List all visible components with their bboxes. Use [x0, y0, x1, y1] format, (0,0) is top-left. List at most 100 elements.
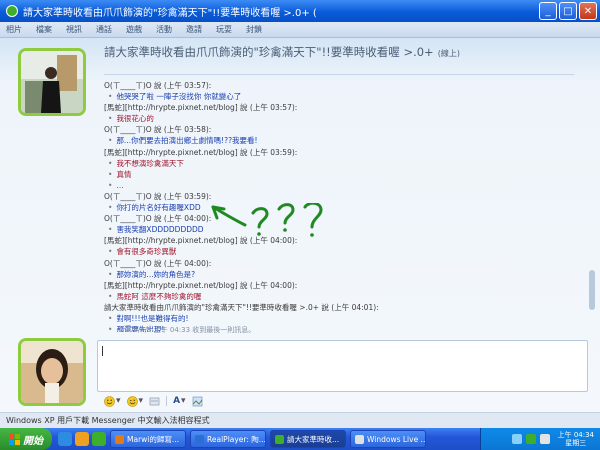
bullet-icon: •	[108, 114, 113, 124]
bullet-icon: •	[108, 158, 113, 168]
ad-banner[interactable]: Windows XP 用戶下載 Messenger 中文輸入法相容程式	[0, 412, 600, 428]
user-avatar[interactable]	[18, 338, 86, 406]
bullet-icon: •	[108, 291, 113, 301]
message-text: 對啊!!!也是難得有的!	[116, 313, 189, 323]
menu-invite[interactable]: 邀請	[186, 24, 202, 35]
background-icon	[192, 396, 202, 406]
window-controls: _ □ ✕	[539, 2, 597, 20]
message-line: • 害我笑翻XDDDDDDDDD	[104, 224, 584, 235]
message-input[interactable]	[97, 340, 588, 392]
contact-name: 請大家準時收看由爪爪飾演的"珍禽滿天下"!!要準時收看喔 >.0+	[104, 45, 434, 59]
menu-activities[interactable]: 活動	[156, 24, 172, 35]
message-line: • 真情	[104, 169, 584, 180]
menu-photos[interactable]: 相片	[6, 24, 22, 35]
close-button[interactable]: ✕	[579, 2, 597, 20]
contact-avatar[interactable]	[18, 48, 86, 116]
task-label: Windows Live ...	[367, 434, 426, 444]
system-tray: 上午 04:34 星期三	[480, 428, 600, 450]
chevron-down-icon: ▾	[138, 396, 144, 406]
task-label: Marwi的歸寫...	[127, 434, 180, 444]
bullet-icon: •	[108, 269, 113, 279]
start-button[interactable]: 開始	[0, 428, 52, 450]
message-line: • 你打的片名好有趣喔XDD	[104, 202, 584, 213]
bullet-icon: •	[108, 313, 113, 323]
wink-button[interactable]: ▾	[126, 395, 144, 407]
message-text: 那妳演的...妳的角色是?	[116, 269, 196, 279]
conversation-window: 請大家準時收看由爪爪飾演的"珍禽滿天下"!!要準時收看喔 >.0+ (線上) O…	[0, 38, 600, 412]
message-line: • 他哭哭了啦 一陣子沒找你 你就變心了	[104, 91, 584, 102]
message-text: 他哭哭了啦 一陣子沒找你 你就變心了	[116, 92, 242, 102]
message-line: • 對啊!!!也是難得有的!	[104, 313, 584, 324]
volume-icon[interactable]	[539, 434, 550, 444]
clock-time: 上午 04:34	[557, 431, 594, 439]
browser-icon[interactable]	[58, 432, 72, 446]
emoticon-button[interactable]: ▾	[104, 395, 121, 407]
task-list: Marwi的歸寫... RealPlayer: 陶... 請大家準時收... Wind…	[106, 430, 426, 448]
taskbar-task[interactable]: 請大家準時收...	[270, 430, 346, 448]
minimize-button[interactable]: _	[539, 2, 557, 20]
chevron-down-icon: ▾	[116, 396, 121, 406]
bullet-icon: •	[108, 136, 113, 146]
message-text: 你打的片名好有趣喔XDD	[116, 203, 201, 213]
messenger-tray-icon[interactable]	[525, 434, 536, 444]
message-line: • 我不想演珍禽滿天下	[104, 158, 584, 169]
handwritten-annotation	[211, 203, 323, 237]
message-text: 真情	[116, 169, 132, 179]
bullet-icon: •	[108, 225, 113, 235]
message-line: • 會有很多奇珍異獸	[104, 246, 584, 257]
chat-scrollbar[interactable]	[588, 80, 596, 332]
task-app-icon	[275, 434, 284, 444]
nudge-button[interactable]	[149, 396, 160, 407]
background-button[interactable]	[192, 396, 203, 407]
chevron-down-icon: ▾	[181, 396, 186, 406]
network-icon[interactable]	[511, 434, 522, 444]
menu-call[interactable]: 通話	[96, 24, 112, 35]
bullet-icon: •	[108, 247, 113, 257]
nudge-icon	[149, 397, 160, 405]
message-text: 我不想演珍禽滿天下	[116, 158, 184, 168]
message-text: 我很花心的	[116, 114, 154, 124]
menu-video[interactable]: 視訊	[66, 24, 82, 35]
message-line: •...	[104, 180, 584, 191]
message-text: ...	[116, 180, 124, 190]
maximize-button[interactable]: □	[559, 2, 577, 20]
scroll-thumb[interactable]	[589, 270, 595, 310]
last-message-status: 2009/4/8 上午 04:33 收到最後一則訊息。	[120, 326, 256, 334]
sender-line: [馬蛇][http://hrypte.pixnet.net/blog] 說 (上…	[104, 236, 298, 246]
chat-history[interactable]: O(ㄒ____ㄒ)O 說 (上午 03:57): • 他哭哭了啦 一陣子沒找你 你就…	[104, 80, 584, 332]
taskbar-task[interactable]: Marwi的歸寫...	[110, 430, 186, 448]
taskbar-task[interactable]: RealPlayer: 陶...	[190, 430, 266, 448]
clock-day: 星期三	[565, 439, 587, 447]
menu-files[interactable]: 檔案	[36, 24, 52, 35]
task-app-icon	[355, 434, 364, 444]
sender-line: 請大家準時收看由爪爪飾演的"珍禽滿天下"!!要準時收看喔 >.0+ 說 (上午 …	[104, 302, 379, 312]
clock[interactable]: 上午 04:34 星期三	[558, 431, 594, 447]
quick-launch	[58, 432, 106, 446]
text-caret	[102, 346, 103, 356]
menu-bar: 相片 檔案 視訊 通話 遊戲 活動 邀請 玩耍 封鎖	[0, 22, 600, 38]
message-text: 馬蛇阿 這麼不夠珍禽的喔	[116, 291, 202, 301]
taskbar-task[interactable]: Windows Live ...	[350, 430, 426, 448]
message-line: • 那妳演的...妳的角色是?	[104, 269, 584, 280]
messenger-icon	[6, 5, 18, 17]
menu-games[interactable]: 遊戲	[126, 24, 142, 35]
message-text: 會有很多奇珍異獸	[116, 247, 177, 257]
media-icon[interactable]	[75, 432, 89, 446]
bullet-icon: •	[108, 169, 113, 179]
message-text: 害我笑翻XDDDDDDDDD	[116, 225, 204, 235]
menu-play[interactable]: 玩耍	[216, 24, 232, 35]
messenger-quick-icon[interactable]	[92, 432, 106, 446]
sender-line: [馬蛇][http://hrypte.pixnet.net/blog] 說 (上…	[104, 280, 298, 290]
task-label: 請大家準時收...	[287, 434, 340, 444]
bullet-icon: •	[108, 203, 113, 213]
start-label: 開始	[23, 435, 43, 447]
message-line: • 那...你們要去拍演出鄉土劇情嗎!??我要看!	[104, 135, 584, 146]
menu-block[interactable]: 封鎖	[246, 24, 262, 35]
sender-line: [馬蛇][http://hrypte.pixnet.net/blog] 說 (上…	[104, 103, 298, 113]
windows-logo-icon	[9, 433, 20, 445]
sender-line: O(ㄒ____ㄒ)O 說 (上午 03:58):	[104, 125, 212, 135]
font-icon: A	[173, 396, 181, 406]
sender-line: [馬蛇][http://hrypte.pixnet.net/blog] 說 (上…	[104, 147, 298, 157]
wink-icon	[126, 395, 138, 407]
font-button[interactable]: A ▾	[173, 396, 186, 406]
